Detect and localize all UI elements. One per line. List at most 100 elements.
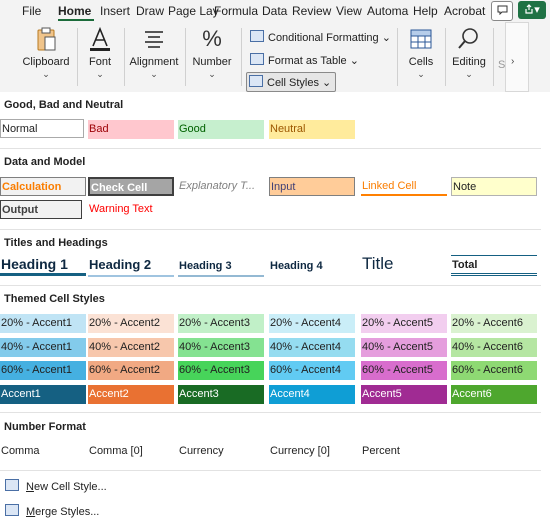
style-20-accent5[interactable]: 20% - Accent5 [361, 314, 447, 333]
style-warning-text[interactable]: Warning Text [88, 200, 174, 219]
alignment-label: Alignment [129, 56, 179, 68]
style-normal[interactable]: Normal [0, 119, 84, 138]
chevron-down-icon: ⌄ [42, 69, 50, 79]
tab-formulas[interactable]: Formula [214, 4, 258, 18]
tab-page-layout[interactable]: Page Lay [168, 4, 219, 18]
style-neutral[interactable]: Neutral [269, 120, 355, 139]
style-accent5[interactable]: Accent5 [361, 385, 447, 404]
chevron-down-icon: ⌄ [322, 77, 332, 89]
style-calculation[interactable]: Calculation [0, 177, 86, 196]
style-linked-cell[interactable]: Linked Cell [361, 177, 447, 196]
tab-acrobat[interactable]: Acrobat [444, 4, 485, 18]
style-accent6[interactable]: Accent6 [451, 385, 537, 404]
chevron-down-icon: ⌄ [417, 69, 425, 79]
font-icon [90, 26, 110, 51]
style-accent1[interactable]: Accent1 [0, 385, 86, 404]
conditional-formatting-label: Conditional Formatting [268, 32, 379, 44]
tab-view[interactable]: View [336, 4, 362, 18]
new-cell-style-icon [5, 479, 19, 491]
style-good[interactable]: Good [178, 120, 264, 139]
tab-insert[interactable]: Insert [100, 4, 130, 18]
chevron-down-icon: ⌄ [96, 69, 104, 79]
ribbon-divider [124, 28, 125, 86]
style-40-accent2[interactable]: 40% - Accent2 [88, 338, 174, 357]
number-group[interactable]: % Number ⌄ [189, 22, 235, 92]
section-divider [0, 470, 541, 471]
tab-draw[interactable]: Draw [136, 4, 164, 18]
section-divider [0, 148, 541, 149]
style-heading-2[interactable]: Heading 2 [88, 255, 174, 277]
style-40-accent6[interactable]: 40% - Accent6 [451, 338, 537, 357]
percent-icon: % [202, 26, 222, 51]
editing-group[interactable]: Editing ⌄ [449, 22, 489, 92]
style-heading-1[interactable]: Heading 1 [0, 254, 86, 276]
tab-help[interactable]: Help [413, 4, 438, 18]
merge-styles-label: erge Styles... [35, 506, 100, 518]
style-60-accent2[interactable]: 60% - Accent2 [88, 361, 174, 380]
ribbon-divider [397, 28, 398, 86]
tab-file[interactable]: File [22, 4, 41, 18]
style-input[interactable]: Input [269, 177, 355, 196]
ribbon-divider [493, 28, 494, 86]
tab-automate[interactable]: Automa [367, 4, 408, 18]
style-60-accent6[interactable]: 60% - Accent6 [451, 361, 537, 380]
style-comma[interactable]: Comma [0, 442, 86, 461]
style-currency[interactable]: Currency [178, 442, 264, 461]
cell-styles-button[interactable]: Cell Styles ⌄ [246, 72, 337, 92]
share-chevron-icon: ▾ [534, 4, 540, 16]
section-divider [0, 412, 541, 413]
style-40-accent3[interactable]: 40% - Accent3 [178, 338, 264, 357]
style-heading-3[interactable]: Heading 3 [178, 257, 264, 277]
cells-group[interactable]: Cells ⌄ [401, 22, 441, 92]
comment-icon [497, 5, 507, 16]
section-divider [0, 285, 541, 286]
style-bad[interactable]: Bad [88, 120, 174, 139]
style-20-accent3[interactable]: 20% - Accent3 [178, 314, 264, 333]
comments-button[interactable] [491, 1, 513, 21]
alignment-group[interactable]: Alignment ⌄ [127, 22, 181, 92]
ribbon-divider [241, 28, 242, 86]
cell-styles-icon [249, 75, 263, 87]
style-60-accent4[interactable]: 60% - Accent4 [269, 361, 355, 380]
paste-icon [37, 27, 56, 51]
style-title[interactable]: Title [361, 253, 447, 277]
style-explanatory-text[interactable]: Explanatory T... [178, 177, 264, 196]
tab-review[interactable]: Review [292, 4, 331, 18]
style-accent3[interactable]: Accent3 [178, 385, 264, 404]
style-60-accent5[interactable]: 60% - Accent5 [361, 361, 447, 380]
style-comma-0[interactable]: Comma [0] [88, 442, 174, 461]
conditional-formatting-button[interactable]: Conditional Formatting ⌄ [250, 30, 391, 44]
ribbon-scroll-right[interactable] [505, 22, 529, 92]
style-output[interactable]: Output [0, 200, 82, 219]
style-20-accent4[interactable]: 20% - Accent4 [269, 314, 355, 333]
tab-data[interactable]: Data [262, 4, 287, 18]
style-note[interactable]: Note [451, 177, 537, 196]
format-as-table-button[interactable]: Format as Table ⌄ [250, 53, 359, 67]
section-themed-cell-styles: Themed Cell Styles [4, 293, 105, 305]
style-heading-4[interactable]: Heading 4 [269, 257, 355, 277]
style-accent2[interactable]: Accent2 [88, 385, 174, 404]
style-20-accent2[interactable]: 20% - Accent2 [88, 314, 174, 333]
clipboard-group[interactable]: Clipboard ⌄ [20, 22, 72, 92]
style-20-accent1[interactable]: 20% - Accent1 [0, 314, 86, 333]
style-60-accent1[interactable]: 60% - Accent1 [0, 361, 86, 380]
style-40-accent1[interactable]: 40% - Accent1 [0, 338, 86, 357]
style-40-accent4[interactable]: 40% - Accent4 [269, 338, 355, 357]
section-titles-and-headings: Titles and Headings [4, 237, 108, 249]
style-check-cell[interactable]: Check Cell [88, 177, 174, 196]
new-cell-style-menu-item[interactable]: New Cell Style... [5, 479, 107, 493]
style-60-accent3[interactable]: 60% - Accent3 [178, 361, 264, 380]
style-40-accent5[interactable]: 40% - Accent5 [361, 338, 447, 357]
share-button[interactable]: ▾ [518, 1, 546, 19]
style-percent[interactable]: Percent [361, 442, 447, 461]
style-accent4[interactable]: Accent4 [269, 385, 355, 404]
style-currency-0[interactable]: Currency [0] [269, 442, 355, 461]
clipboard-label: Clipboard [22, 56, 70, 68]
merge-styles-menu-item[interactable]: Merge Styles... [5, 504, 99, 518]
active-tab-indicator [58, 19, 94, 21]
font-group[interactable]: Font ⌄ [80, 22, 120, 92]
tab-home[interactable]: Home [58, 4, 91, 18]
share-icon [525, 4, 533, 14]
style-total[interactable]: Total [451, 255, 537, 276]
style-20-accent6[interactable]: 20% - Accent6 [451, 314, 537, 333]
